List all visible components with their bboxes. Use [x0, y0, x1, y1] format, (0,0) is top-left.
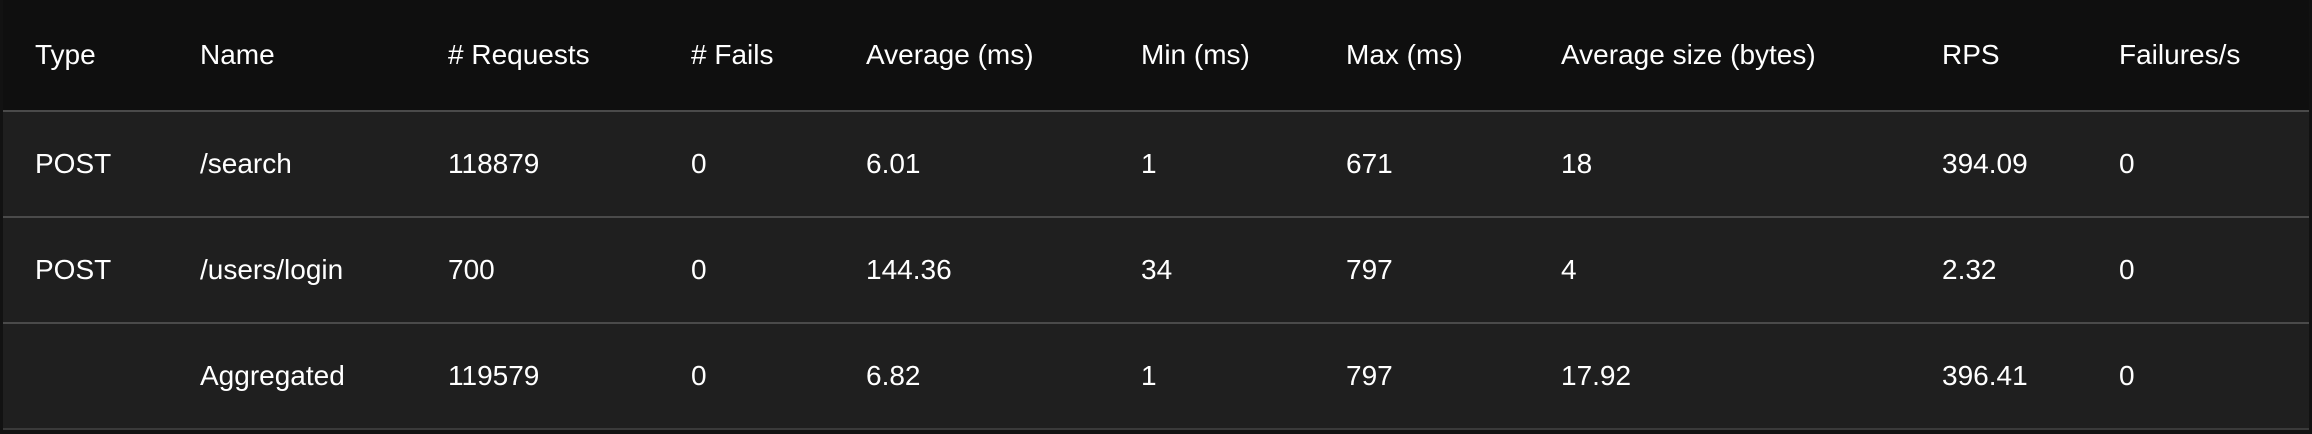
cell-average-ms: 6.01: [834, 111, 1109, 218]
column-header-average-size[interactable]: Average size (bytes): [1529, 0, 1910, 112]
cell-max-ms: 797: [1314, 217, 1529, 324]
cell-fails: 0: [659, 111, 834, 218]
table-row: POST /users/login 700 0 144.36 34 797 4 …: [3, 217, 2309, 324]
cell-requests: 119579: [416, 323, 659, 430]
cell-failures-per-s: 0: [2087, 111, 2309, 218]
cell-average-size: 18: [1529, 111, 1910, 218]
cell-average-size: 17.92: [1529, 323, 1910, 430]
column-header-fails[interactable]: # Fails: [659, 0, 834, 112]
cell-failures-per-s: 0: [2087, 217, 2309, 324]
cell-type: POST: [3, 111, 168, 218]
column-header-min-ms[interactable]: Min (ms): [1109, 0, 1314, 112]
column-header-average-ms[interactable]: Average (ms): [834, 0, 1109, 112]
header-row: Type Name # Requests # Fails Average (ms…: [3, 0, 2309, 112]
cell-name: /users/login: [168, 217, 416, 324]
aggregated-row: Aggregated 119579 0 6.82 1 797 17.92 396…: [3, 323, 2309, 430]
cell-max-ms: 797: [1314, 323, 1529, 430]
cell-average-ms: 144.36: [834, 217, 1109, 324]
cell-fails: 0: [659, 217, 834, 324]
cell-name: /search: [168, 111, 416, 218]
column-header-failures-per-s[interactable]: Failures/s: [2087, 0, 2309, 112]
table-header: Type Name # Requests # Fails Average (ms…: [3, 0, 2309, 112]
cell-requests: 700: [416, 217, 659, 324]
cell-fails: 0: [659, 323, 834, 430]
cell-name: Aggregated: [168, 323, 416, 430]
column-header-max-ms[interactable]: Max (ms): [1314, 0, 1529, 112]
cell-failures-per-s: 0: [2087, 323, 2309, 430]
cell-type: [3, 323, 168, 430]
cell-max-ms: 671: [1314, 111, 1529, 218]
cell-min-ms: 1: [1109, 111, 1314, 218]
request-stats-table: Type Name # Requests # Fails Average (ms…: [3, 0, 2309, 430]
stats-table-container: Type Name # Requests # Fails Average (ms…: [3, 0, 2309, 430]
column-header-requests[interactable]: # Requests: [416, 0, 659, 112]
cell-min-ms: 34: [1109, 217, 1314, 324]
cell-average-ms: 6.82: [834, 323, 1109, 430]
cell-rps: 396.41: [1910, 323, 2087, 430]
cell-rps: 2.32: [1910, 217, 2087, 324]
table-row: POST /search 118879 0 6.01 1 671 18 394.…: [3, 111, 2309, 218]
column-header-type[interactable]: Type: [3, 0, 168, 112]
column-header-rps[interactable]: RPS: [1910, 0, 2087, 112]
cell-min-ms: 1: [1109, 323, 1314, 430]
cell-requests: 118879: [416, 111, 659, 218]
table-body: POST /search 118879 0 6.01 1 671 18 394.…: [3, 111, 2309, 430]
cell-average-size: 4: [1529, 217, 1910, 324]
cell-rps: 394.09: [1910, 111, 2087, 218]
column-header-name[interactable]: Name: [168, 0, 416, 112]
cell-type: POST: [3, 217, 168, 324]
